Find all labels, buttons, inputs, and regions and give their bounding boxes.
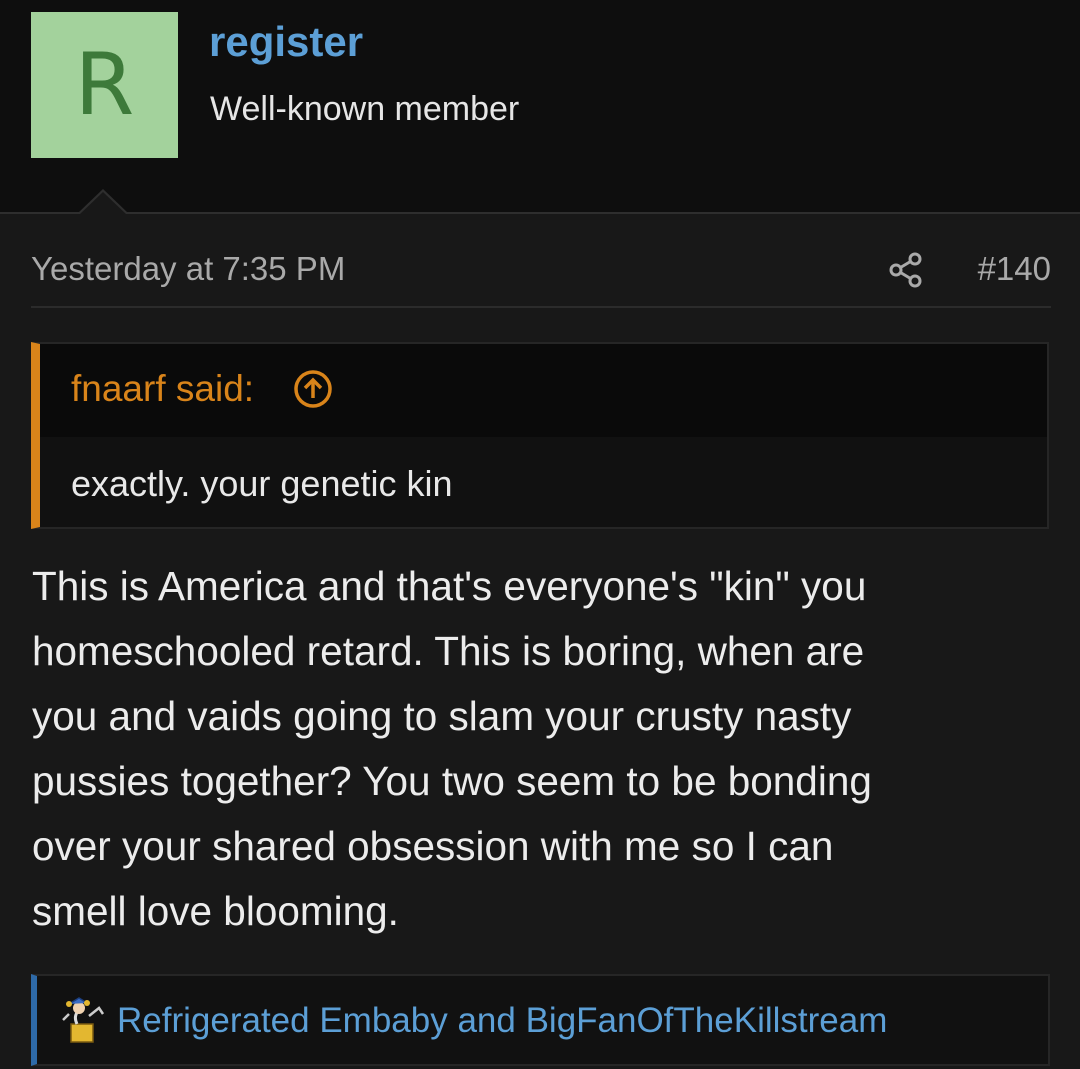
quote-text: exactly. your genetic kin <box>71 463 453 504</box>
user-header: R register Well-known member <box>0 0 1080 212</box>
post-number-link[interactable]: #140 <box>978 244 1051 294</box>
post-timestamp[interactable]: Yesterday at 7:35 PM <box>31 244 345 294</box>
post-message: This is America and that's everyone's "k… <box>32 563 872 934</box>
reaction-users-link[interactable]: Refrigerated Embaby and BigFanOfTheKills… <box>117 996 887 1046</box>
avatar[interactable]: R <box>31 12 178 158</box>
quote-block: fnaarf said: exactly. your genetic kin <box>31 342 1049 529</box>
arrow-up-circle-icon[interactable] <box>293 369 333 409</box>
jester-jack-in-the-box-icon <box>57 994 109 1044</box>
post-pointer-arrow-inner <box>80 192 126 214</box>
quote-header: fnaarf said: <box>40 344 1047 437</box>
post-meta-bar: Yesterday at 7:35 PM #140 <box>31 236 1051 308</box>
reactions-bar: Refrigerated Embaby and BigFanOfTheKills… <box>31 974 1050 1066</box>
username-link[interactable]: register <box>209 12 363 72</box>
forum-post-page: R register Well-known member Yesterday a… <box>0 0 1080 1069</box>
user-title: Well-known member <box>210 90 520 128</box>
quote-author[interactable]: fnaarf said: <box>71 364 254 414</box>
share-icon[interactable] <box>889 252 923 288</box>
